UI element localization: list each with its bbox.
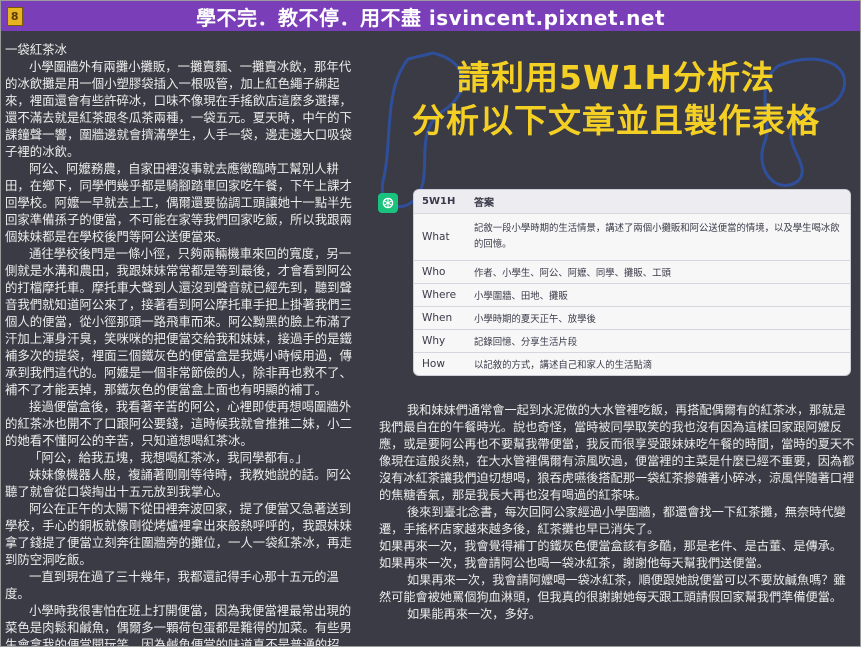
- table-key-cell: Where: [414, 283, 466, 307]
- table-value-cell: 作者、小學生、阿公、阿嬤、同學、攤販、工頭: [466, 260, 850, 284]
- table-key-cell: How: [414, 352, 466, 375]
- article-paragraph: 阿公在正午的太陽下從田裡奔波回家，提了便當又急著送到學校，手心的銅板就像剛從烤爐…: [5, 501, 352, 567]
- article-title: 一袋紅茶冰: [5, 42, 67, 57]
- article-paragraph: 小學時我很害怕在班上打開便當，因為我便當裡最常出現的菜色是肉鬆和鹹魚，偶爾多一顆…: [5, 603, 352, 647]
- table-value-cell: 小學時期的夏天正午、放學後: [466, 306, 850, 330]
- article-paragraph: 後來到臺北念書，每次回阿公家經過小學圍牆，都還會找一下紅茶攤，無奈時代變遷，手搖…: [379, 505, 846, 536]
- page-frame: 8 學不完．教不停．用不盡 isvincent.pixnet.net 一袋紅茶冰…: [0, 0, 861, 647]
- table-value-cell: 以記敘的方式，講述自己和家人的生活點滴: [466, 352, 850, 375]
- table-header-row: 5W1H 答案: [414, 190, 850, 214]
- article-paragraph: 接過便當盒後，我看著辛苦的阿公，心裡即使再想喝圍牆外的紅茶冰也開不了口跟阿公要錢…: [5, 399, 352, 448]
- article-paragraph: 「阿公，給我五塊，我想喝紅茶冰，我同學都有。」: [29, 450, 308, 465]
- prompt-title-line: 請利用5W1H分析法: [457, 58, 775, 97]
- article-paragraph: 阿公、阿嬤務農，自家田裡沒事就去應徵臨時工幫別人耕田，在鄉下，同學們幾乎都是騎腳…: [5, 161, 352, 244]
- article-paragraph: 如果再來一次，我會請阿公也喝一袋冰紅茶，謝謝他每天幫我們送便當。: [379, 556, 769, 570]
- chatgpt-logo-icon: [378, 193, 398, 213]
- header-title: 學不完．教不停．用不盡 isvincent.pixnet.net: [195, 5, 666, 30]
- table-value-cell: 記錄回憶、分享生活片段: [466, 329, 850, 353]
- 5w1h-table: 5W1H 答案 What 記敘一段小學時期的生活情景，講述了兩個小攤販和阿公送便…: [414, 190, 850, 375]
- page-badge-icon: 8: [7, 7, 23, 26]
- table-row: What 記敘一段小學時期的生活情景，講述了兩個小攤販和阿公送便當的情境，以及學…: [414, 213, 850, 261]
- table-key-cell: Who: [414, 260, 466, 284]
- table-header-cell: 答案: [466, 190, 850, 214]
- article-paragraph: 妹妹像機器人般，複誦著剛剛等待時，我教她說的話。阿公聽了就會從口袋掏出十五元放到…: [5, 467, 352, 499]
- table-header-cell: 5W1H: [414, 190, 466, 214]
- right-article: 我和妹妹們通常會一起到水泥做的大水管裡吃飯，再搭配偶爾有的紅茶冰，那就是我們最自…: [379, 402, 857, 623]
- article-paragraph: 小學圍牆外有兩攤小攤販，一攤賣麵、一攤賣冰飲，那年代的冰飲攤是用一個小塑膠袋插入…: [5, 59, 352, 159]
- table-value-cell: 小學圍牆、田地、攤販: [466, 283, 850, 307]
- article-paragraph: 如果再來一次，我會請阿嬤喝一袋冰紅茶，順便跟她說便當可以不要放鹹魚嗎？雖然可能會…: [379, 573, 846, 604]
- prompt-title: 請利用5W1H分析法 分析以下文章並且製作表格: [396, 56, 836, 142]
- table-key-cell: Why: [414, 329, 466, 353]
- article-paragraph: 通往學校後門是一條小徑，只夠兩輛機車來回的寬度，另一側就是水溝和農田，我跟妹妹常…: [5, 246, 352, 397]
- table-value-cell: 記敘一段小學時期的生活情景，講述了兩個小攤販和阿公送便當的情境，以及學生喝冰飲的…: [466, 213, 850, 261]
- article-paragraph: 如果再來一次，我會覺得補丁的鐵灰色便當盒該有多酷，那是老件、是古董、是傳承。: [379, 539, 843, 553]
- table-key-cell: When: [414, 306, 466, 330]
- table-key-cell: What: [414, 213, 466, 261]
- article-paragraph: 我和妹妹們通常會一起到水泥做的大水管裡吃飯，再搭配偶爾有的紅茶冰，那就是我們最自…: [379, 403, 855, 502]
- prompt-title-line: 分析以下文章並且製作表格: [412, 101, 820, 140]
- analysis-table: 5W1H 答案 What 記敘一段小學時期的生活情景，講述了兩個小攤販和阿公送便…: [413, 189, 851, 376]
- chatgpt-logo-glyph-icon: [382, 197, 394, 209]
- header-bar: 8 學不完．教不停．用不盡 isvincent.pixnet.net: [1, 1, 860, 31]
- left-article: 一袋紅茶冰 小學圍牆外有兩攤小攤販，一攤賣麵、一攤賣冰飲，那年代的冰飲攤是用一個…: [5, 41, 357, 646]
- table-row: Who 作者、小學生、阿公、阿嬤、同學、攤販、工頭: [414, 260, 850, 284]
- table-row: Why 記錄回憶、分享生活片段: [414, 329, 850, 353]
- article-paragraph: 如果能再來一次，多好。: [407, 607, 542, 621]
- table-row: Where 小學圍牆、田地、攤販: [414, 283, 850, 307]
- table-row: How 以記敘的方式，講述自己和家人的生活點滴: [414, 352, 850, 375]
- article-paragraph: 一直到現在過了三十幾年，我都還記得手心那十五元的溫度。: [5, 569, 339, 601]
- table-row: When 小學時期的夏天正午、放學後: [414, 306, 850, 330]
